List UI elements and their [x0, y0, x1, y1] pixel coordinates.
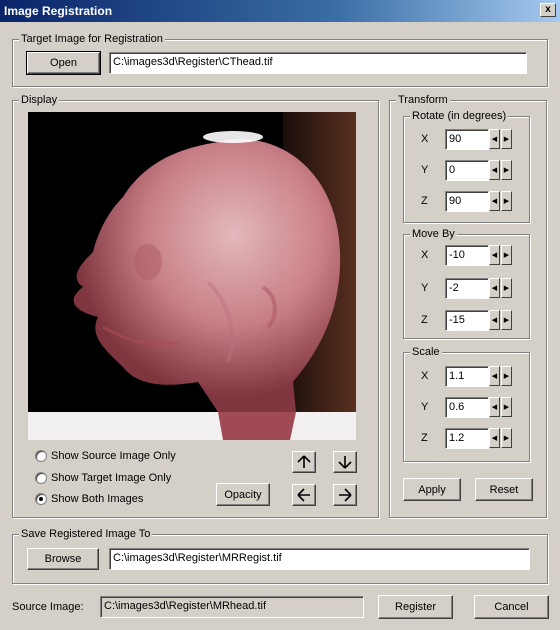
move-up-button[interactable]: [292, 451, 316, 473]
move-y-field[interactable]: -2: [445, 278, 489, 299]
window-title: Image Registration: [4, 4, 113, 18]
rotate-x-increment[interactable]: ▶: [501, 129, 512, 149]
move-right-button[interactable]: [333, 484, 357, 506]
scale-z-increment[interactable]: ▶: [501, 428, 512, 448]
move-z-increment[interactable]: ▶: [501, 310, 512, 330]
scale-x-label: X: [421, 370, 429, 382]
move-by-legend: Move By: [410, 228, 457, 241]
rotate-x-label: X: [421, 133, 429, 145]
move-x-field[interactable]: -10: [445, 245, 489, 266]
close-button[interactable]: x: [540, 3, 556, 17]
move-x-increment[interactable]: ▶: [501, 245, 512, 265]
reset-button[interactable]: Reset: [475, 478, 533, 501]
move-y-decrement[interactable]: ◀: [489, 278, 500, 298]
scale-z-label: Z: [421, 432, 428, 444]
radio-show-both-label[interactable]: Show Both Images: [51, 492, 143, 506]
move-down-button[interactable]: [333, 451, 357, 473]
move-y-label: Y: [421, 282, 429, 294]
scale-z-decrement[interactable]: ◀: [489, 428, 500, 448]
opacity-button[interactable]: Opacity: [216, 483, 270, 506]
rotate-y-increment[interactable]: ▶: [501, 160, 512, 180]
radio-show-both[interactable]: [35, 493, 47, 505]
move-z-label: Z: [421, 314, 428, 326]
scale-z-field[interactable]: 1.2: [445, 428, 489, 449]
target-path-field[interactable]: C:\images3d\Register\CThead.tif: [109, 52, 527, 74]
scale-y-decrement[interactable]: ◀: [489, 397, 500, 417]
arrow-up-icon: [297, 455, 311, 468]
move-y-increment[interactable]: ▶: [501, 278, 512, 298]
display-legend: Display: [19, 94, 60, 107]
rotate-y-decrement[interactable]: ◀: [489, 160, 500, 180]
browse-button[interactable]: Browse: [27, 548, 99, 570]
save-path-field[interactable]: C:\images3d\Register\MRRegist.tif: [109, 548, 530, 570]
volume-render-view[interactable]: [28, 112, 356, 440]
head-render-image: [28, 112, 356, 440]
arrow-down-icon: [338, 456, 352, 469]
arrow-left-icon: [297, 488, 310, 502]
rotate-z-field[interactable]: 90: [445, 191, 489, 212]
scale-y-increment[interactable]: ▶: [501, 397, 512, 417]
register-button[interactable]: Register: [378, 595, 453, 619]
apply-button[interactable]: Apply: [403, 478, 461, 501]
cancel-button[interactable]: Cancel: [474, 595, 549, 619]
rotate-z-label: Z: [421, 195, 428, 207]
rotate-y-field[interactable]: 0: [445, 160, 489, 181]
rotate-legend: Rotate (in degrees): [410, 110, 509, 123]
target-image-legend: Target Image for Registration: [19, 33, 165, 46]
rotate-z-increment[interactable]: ▶: [501, 191, 512, 211]
move-left-button[interactable]: [292, 484, 316, 506]
source-path-field: C:\images3d\Register\MRhead.tif: [100, 596, 364, 618]
move-z-field[interactable]: -15: [445, 310, 489, 331]
source-image-label: Source Image:: [12, 601, 84, 613]
scale-x-field[interactable]: 1.1: [445, 366, 489, 387]
rotate-x-field[interactable]: 90: [445, 129, 489, 150]
move-x-label: X: [421, 249, 429, 261]
move-x-decrement[interactable]: ◀: [489, 245, 500, 265]
radio-target-only-label[interactable]: Show Target Image Only: [51, 471, 171, 485]
save-legend: Save Registered Image To: [19, 528, 153, 541]
radio-target-only[interactable]: [35, 472, 47, 484]
move-z-decrement[interactable]: ◀: [489, 310, 500, 330]
rotate-z-decrement[interactable]: ◀: [489, 191, 500, 211]
scale-x-increment[interactable]: ▶: [501, 366, 512, 386]
title-bar: Image Registration x: [0, 0, 560, 22]
transform-legend: Transform: [396, 94, 450, 107]
radio-source-only[interactable]: [35, 450, 47, 462]
open-button[interactable]: Open: [26, 51, 101, 75]
scale-y-field[interactable]: 0.6: [445, 397, 489, 418]
radio-source-only-label[interactable]: Show Source Image Only: [51, 449, 176, 463]
rotate-y-label: Y: [421, 164, 429, 176]
scale-legend: Scale: [410, 346, 442, 359]
scale-x-decrement[interactable]: ◀: [489, 366, 500, 386]
scale-y-label: Y: [421, 401, 429, 413]
rotate-x-decrement[interactable]: ◀: [489, 129, 500, 149]
arrow-right-icon: [339, 488, 352, 502]
